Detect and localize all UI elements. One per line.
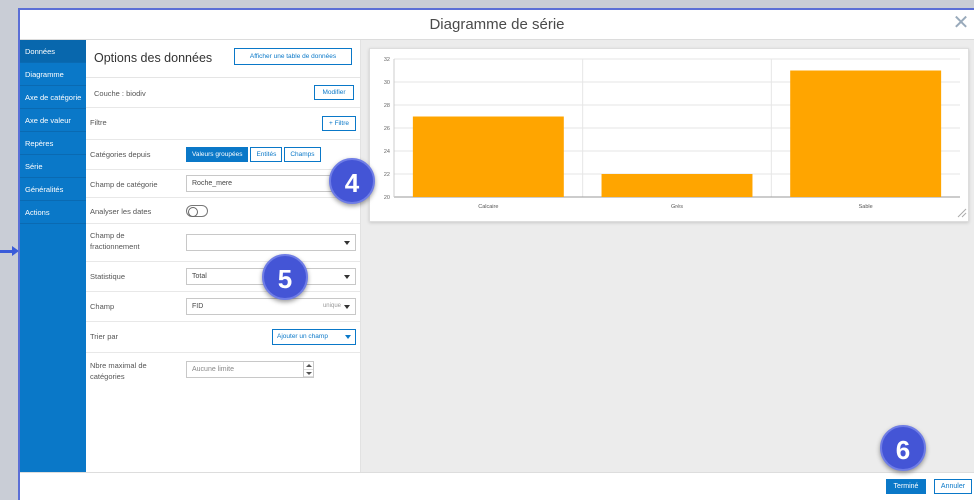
- bar-grs: [601, 174, 753, 197]
- category-field-row: Champ de catégorie Roche_mere: [86, 170, 360, 198]
- max-categories-stepper[interactable]: Aucune limite: [186, 361, 314, 378]
- statistic-label: Statistique: [90, 272, 126, 281]
- analyze-dates-label: Analyser les dates: [90, 207, 152, 216]
- sort-by-row: Trier par Ajouter un champ: [86, 322, 360, 353]
- close-icon[interactable]: ✕: [952, 13, 970, 33]
- segment-fields[interactable]: Champs: [284, 147, 321, 162]
- category-field-value: Roche_mere: [192, 180, 233, 187]
- statistic-value: Total: [192, 273, 207, 280]
- done-button[interactable]: Terminé: [886, 479, 926, 494]
- y-tick-label: 26: [384, 126, 390, 132]
- add-sort-field-button[interactable]: Ajouter un champ: [272, 329, 356, 345]
- dialog-titlebar: Diagramme de série ✕: [20, 10, 974, 40]
- dialog-footer: Terminé Annuler: [20, 472, 974, 500]
- sidebar-item-donnees[interactable]: Données: [20, 40, 86, 63]
- segment-entities[interactable]: Entités: [250, 147, 283, 162]
- field-label: Champ: [90, 302, 115, 311]
- bar-sable: [790, 70, 942, 197]
- pointer-arrow: [0, 246, 19, 256]
- split-field-select[interactable]: [186, 234, 356, 251]
- y-tick-label: 24: [384, 149, 390, 155]
- stepper-buttons: [303, 361, 314, 378]
- field-row: Champ FID unique: [86, 292, 360, 322]
- show-data-table-button[interactable]: Afficher une table de données: [234, 48, 352, 65]
- sidebar-item-serie[interactable]: Série: [20, 155, 86, 178]
- resize-handle-icon: [957, 208, 967, 218]
- sort-by-label: Trier par: [90, 332, 119, 341]
- split-field-row: Champ de fractionnement: [86, 224, 360, 262]
- stepper-down-icon[interactable]: [304, 370, 313, 377]
- options-title: Options des données: [94, 51, 213, 65]
- y-tick-label: 30: [384, 80, 390, 86]
- field-value: FID: [192, 303, 204, 310]
- step-badge-4: 4: [329, 158, 375, 204]
- field-select[interactable]: FID unique: [186, 298, 356, 315]
- y-tick-label: 32: [384, 57, 390, 63]
- chart-preview: 20 22 24 26 28 30 32 Calcaire Grès Sable: [369, 48, 969, 222]
- segment-grouped-values[interactable]: Valeurs groupées: [186, 147, 249, 162]
- sidebar-item-diagramme[interactable]: Diagramme: [20, 63, 86, 86]
- settings-sidebar: Données Diagramme Axe de catégorie Axe d…: [20, 40, 86, 500]
- max-categories-label-line2: catégories: [90, 372, 125, 381]
- bar-calcaire: [412, 116, 564, 197]
- max-categories-label-line1: Nbre maximal de: [90, 361, 147, 370]
- split-field-label: Champ de fractionnement: [90, 230, 140, 252]
- dialog-title: Diagramme de série: [429, 16, 565, 33]
- bar-chart: 20 22 24 26 28 30 32 Calcaire Grès Sable: [384, 57, 967, 218]
- categories-source-toggle: Valeurs groupées Entités Champs: [186, 147, 323, 162]
- analyze-dates-row: Analyser les dates: [86, 198, 360, 224]
- filter-row: Filtre + Filtre: [86, 108, 360, 140]
- x-tick-label: Calcaire: [478, 204, 498, 210]
- sidebar-item-actions[interactable]: Actions: [20, 201, 86, 224]
- x-tick-label: Grès: [671, 204, 683, 210]
- chevron-down-icon: [344, 241, 350, 245]
- filter-label: Filtre: [90, 118, 107, 127]
- stepper-up-icon[interactable]: [304, 362, 313, 370]
- step-badge-6: 6: [880, 425, 926, 471]
- category-field-label: Champ de catégorie: [90, 180, 158, 189]
- chevron-down-icon: [344, 305, 350, 309]
- sidebar-item-generalites[interactable]: Généralités: [20, 178, 86, 201]
- sidebar-item-axe-categorie[interactable]: Axe de catégorie: [20, 86, 86, 109]
- categories-from-row: Catégories depuis Valeurs groupées Entit…: [86, 140, 360, 170]
- options-header: Options des données Afficher une table d…: [86, 40, 360, 78]
- sidebar-item-axe-valeur[interactable]: Axe de valeur: [20, 109, 86, 132]
- cancel-button[interactable]: Annuler: [934, 479, 972, 494]
- data-options-panel: Options des données Afficher une table d…: [86, 40, 361, 472]
- categories-from-label: Catégories depuis: [90, 150, 151, 159]
- y-tick-label: 22: [384, 172, 390, 178]
- split-field-label-line2: fractionnement: [90, 242, 140, 251]
- y-tick-label: 28: [384, 103, 390, 109]
- modify-button[interactable]: Modifier: [314, 85, 354, 100]
- add-filter-button[interactable]: + Filtre: [322, 116, 356, 131]
- add-sort-field-label: Ajouter un champ: [277, 333, 328, 340]
- layer-label: Couche : biodiv: [94, 89, 146, 98]
- preview-area: 20 22 24 26 28 30 32 Calcaire Grès Sable: [361, 40, 974, 472]
- split-field-label-line1: Champ de: [90, 231, 125, 240]
- layer-row: Couche : biodiv Modifier: [86, 78, 360, 108]
- series-chart-dialog: Diagramme de série ✕ Données Diagramme A…: [18, 8, 974, 500]
- field-unique-tag: unique: [322, 303, 341, 309]
- step-badge-5: 5: [262, 254, 308, 300]
- max-categories-row: Nbre maximal de catégories Aucune limite: [86, 353, 360, 397]
- chevron-down-icon: [344, 275, 350, 279]
- sidebar-item-reperes[interactable]: Repères: [20, 132, 86, 155]
- x-tick-label: Sable: [859, 204, 873, 210]
- max-categories-label: Nbre maximal de catégories: [90, 360, 147, 382]
- y-tick-label: 20: [384, 195, 390, 201]
- chevron-down-icon: [345, 335, 351, 339]
- max-categories-value: Aucune limite: [192, 366, 235, 373]
- analyze-dates-toggle[interactable]: [186, 205, 208, 217]
- statistic-row: Statistique Total: [86, 262, 360, 292]
